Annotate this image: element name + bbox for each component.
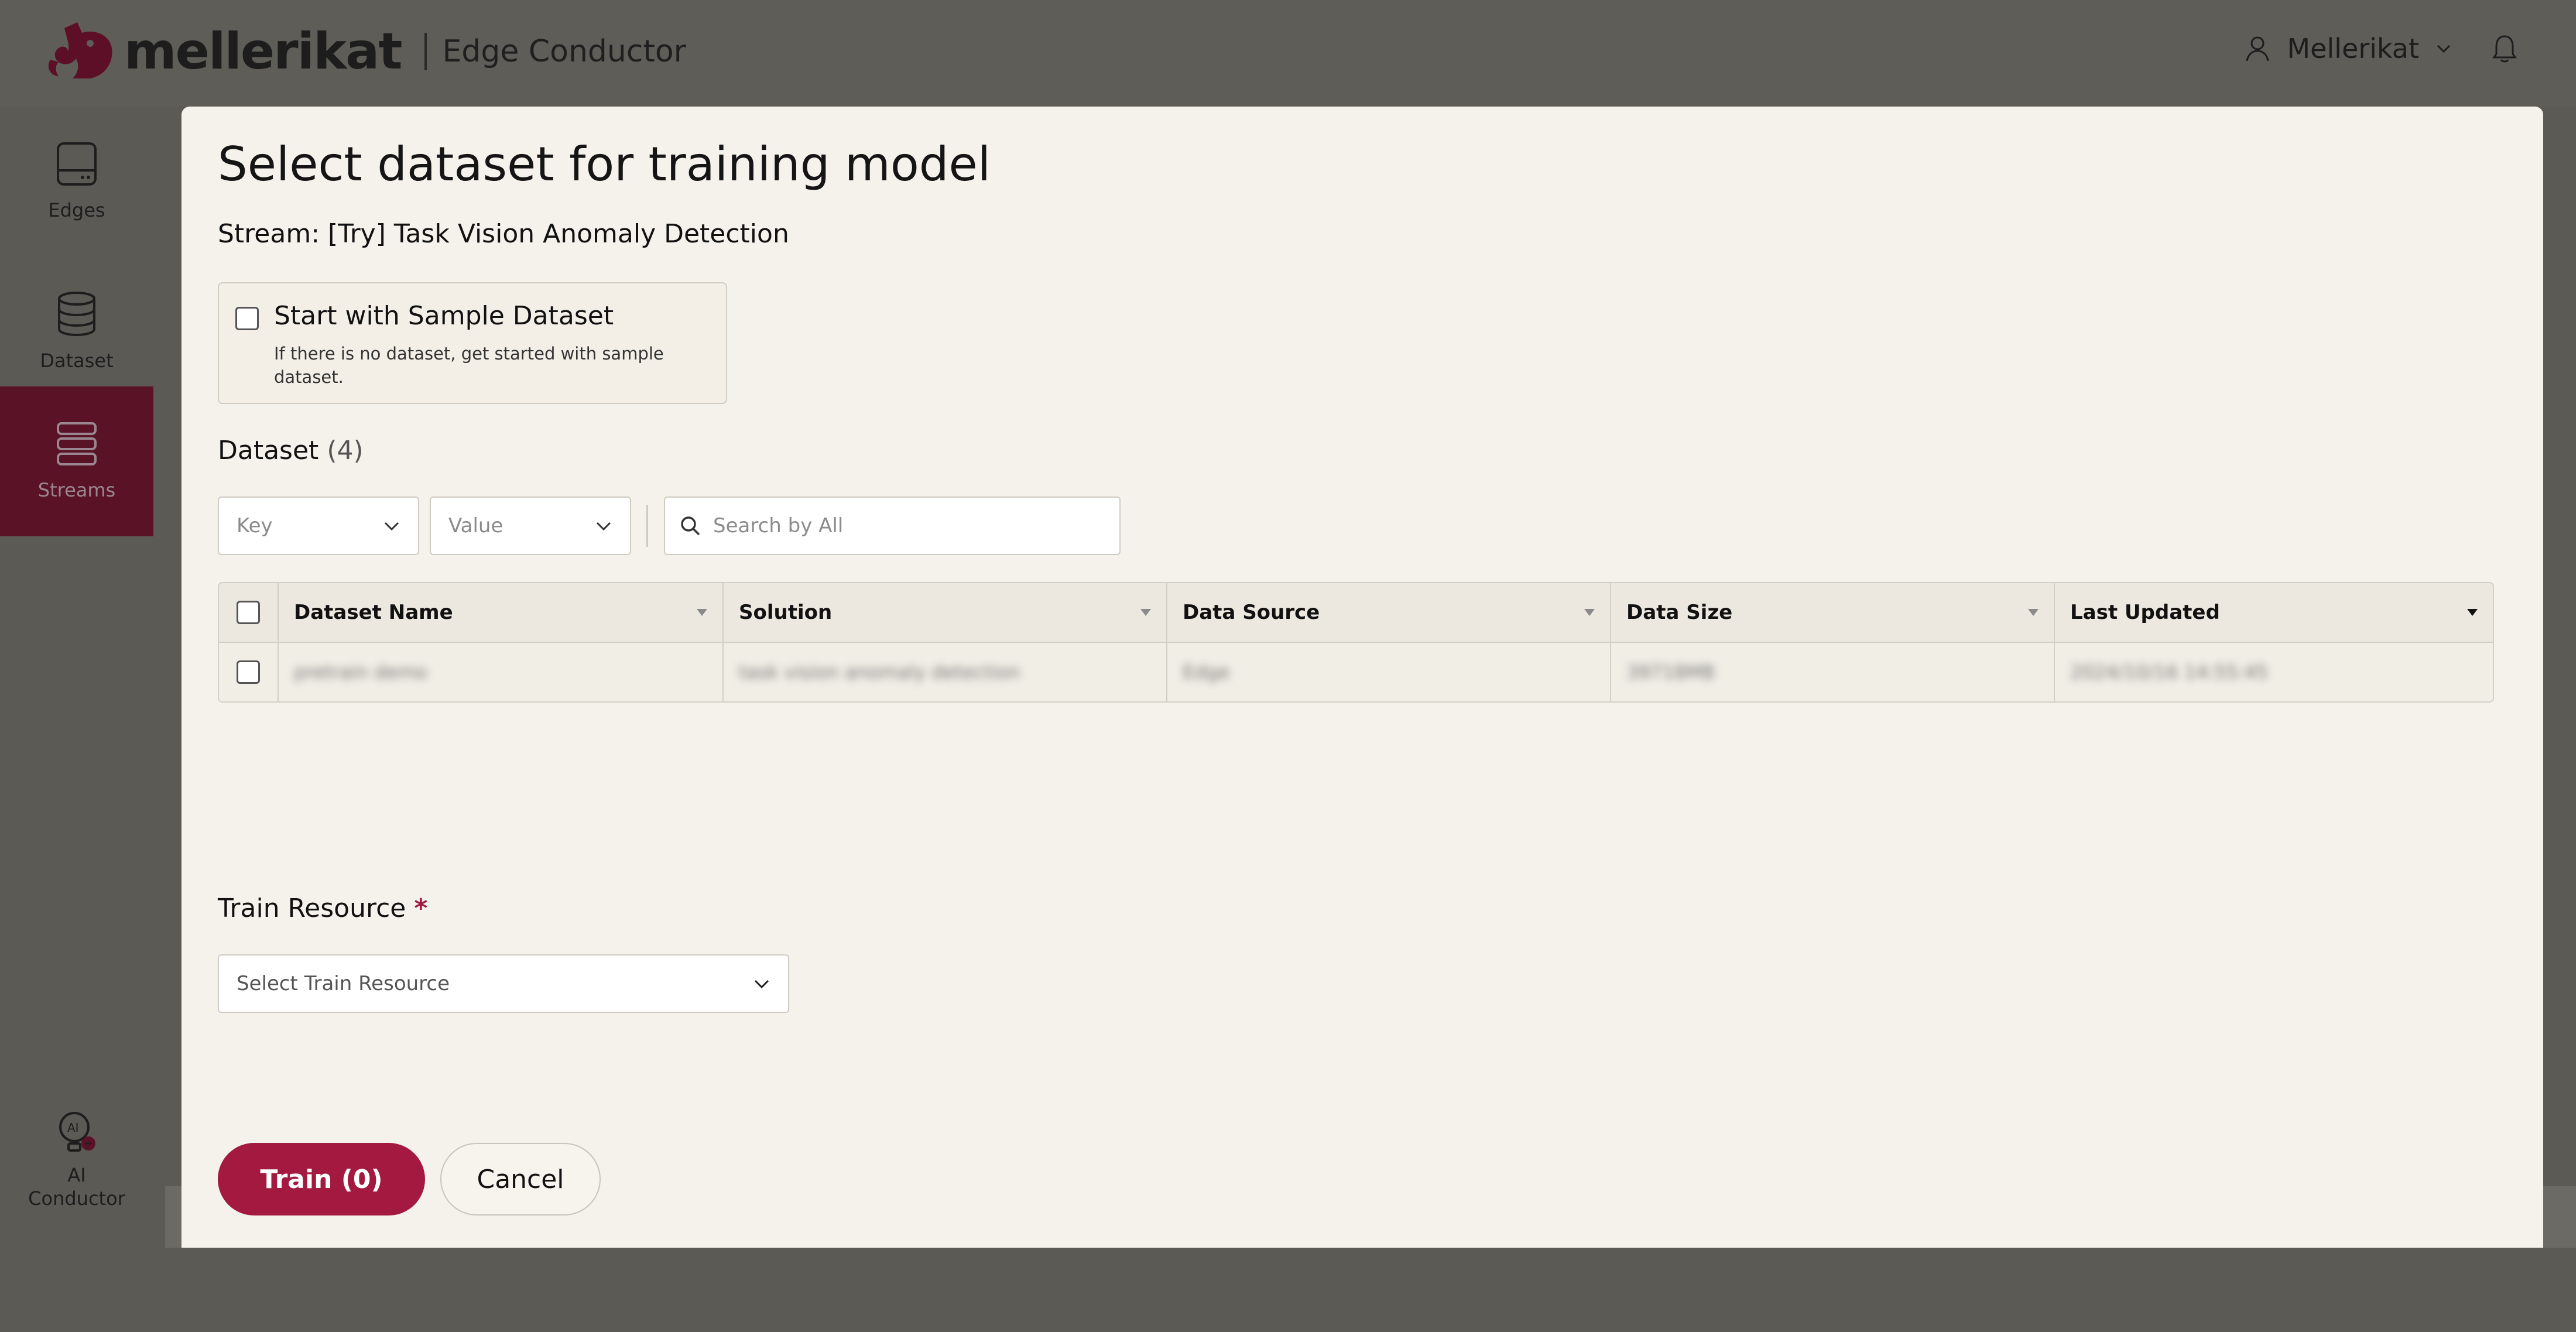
train-resource-label: Train Resource *	[218, 893, 427, 923]
sidebar-item-label: Streams	[37, 479, 116, 501]
key-select-placeholder: Key	[237, 514, 273, 537]
sort-icon[interactable]	[2028, 609, 2039, 616]
product-name: Edge Conductor	[442, 34, 687, 69]
brand-logo[interactable]: mellerikat Edge Conductor	[47, 22, 686, 81]
bell-icon[interactable]	[2492, 34, 2517, 63]
modal-title: Select dataset for training model	[218, 137, 991, 191]
select-all-cell	[219, 583, 279, 642]
search-box[interactable]	[664, 496, 1121, 555]
column-label: Data Source	[1183, 601, 1320, 624]
brand-name: mellerikat	[124, 22, 402, 81]
column-label: Solution	[739, 601, 833, 624]
edge-device-icon	[57, 142, 97, 186]
cell-dataset-name: pretrain demo	[279, 643, 722, 701]
cell-text: 39718MB	[1626, 661, 1715, 683]
user-menu[interactable]: Mellerikat	[2245, 33, 2517, 64]
chevron-down-icon	[384, 522, 399, 531]
stream-name: Stream: [Try] Task Vision Anomaly Detect…	[218, 219, 789, 249]
sidebar-item-label: Dataset	[40, 350, 114, 372]
background-panel-edge-right	[2543, 1186, 2576, 1248]
sidebar-item-streams[interactable]: Streams	[0, 386, 153, 536]
sidebar-item-edges[interactable]: Edges	[0, 107, 153, 256]
value-select-placeholder: Value	[448, 514, 503, 537]
cell-solution: task vision anomaly detection	[724, 643, 1166, 701]
ai-label-line2: Conductor	[28, 1187, 125, 1210]
table-header: Dataset Name Solution Data Source Data S…	[219, 583, 2493, 643]
search-input[interactable]	[712, 513, 1089, 538]
filter-divider	[646, 505, 648, 547]
cell-text: pretrain demo	[294, 661, 427, 683]
sample-dataset-title: Start with Sample Dataset	[274, 301, 614, 331]
column-header-data-size[interactable]: Data Size	[1611, 583, 2054, 642]
sort-icon[interactable]	[2467, 609, 2478, 616]
sidebar-item-dataset[interactable]: Dataset	[0, 256, 153, 406]
chevron-down-icon	[754, 980, 769, 989]
row-select-cell	[219, 643, 279, 701]
row-checkbox[interactable]	[237, 660, 260, 684]
cancel-button[interactable]: Cancel	[440, 1143, 601, 1215]
train-resource-placeholder: Select Train Resource	[237, 972, 450, 995]
svg-text:AI: AI	[67, 1121, 79, 1135]
ai-label-line1: AI	[67, 1164, 86, 1186]
database-icon	[58, 292, 95, 337]
cell-text: task vision anomaly detection	[739, 661, 1020, 683]
cell-data-source: Edge	[1167, 643, 1610, 701]
dataset-heading: Dataset (4)	[218, 436, 364, 465]
streams-icon	[57, 422, 97, 465]
dataset-table: Dataset Name Solution Data Source Data S…	[218, 582, 2494, 703]
user-name: Mellerikat	[2287, 33, 2419, 64]
sidebar-item-ai-conductor[interactable]: AI AI Conductor	[0, 1110, 153, 1332]
train-button[interactable]: Train (0)	[218, 1143, 425, 1215]
sidebar: Edges Dataset Streams AI AI Conductor	[0, 107, 153, 1248]
sort-icon[interactable]	[1584, 609, 1595, 616]
background-panel-edge	[165, 1186, 181, 1248]
column-label: Data Size	[1626, 601, 1733, 624]
sidebar-item-label: AI Conductor	[28, 1163, 125, 1210]
cat-logo-icon	[48, 22, 112, 78]
brand-divider	[424, 33, 427, 70]
column-label: Dataset Name	[294, 601, 453, 624]
cell-text: Edge	[1183, 661, 1230, 683]
train-resource-select[interactable]: Select Train Resource	[218, 954, 789, 1013]
chevron-down-icon	[2437, 44, 2451, 53]
dataset-count: (4)	[327, 436, 364, 465]
value-select[interactable]: Value	[430, 496, 631, 555]
search-icon	[681, 516, 700, 536]
cell-last-updated: 2024/10/16 14:55:45	[2055, 643, 2493, 701]
train-resource-label-text: Train Resource	[218, 893, 406, 923]
app-header: mellerikat Edge Conductor Mellerikat	[0, 0, 2576, 107]
column-header-last-updated[interactable]: Last Updated	[2055, 583, 2493, 642]
sample-dataset-option[interactable]: Start with Sample Dataset If there is no…	[218, 282, 727, 404]
sort-icon[interactable]	[697, 609, 707, 616]
table-row[interactable]: pretrain demo task vision anomaly detect…	[219, 643, 2493, 701]
column-header-solution[interactable]: Solution	[724, 583, 1166, 642]
column-header-dataset-name[interactable]: Dataset Name	[279, 583, 722, 642]
sample-dataset-checkbox[interactable]	[235, 307, 259, 330]
key-select[interactable]: Key	[218, 496, 419, 555]
dataset-heading-label: Dataset	[218, 436, 319, 465]
ai-bulb-icon: AI	[59, 1112, 95, 1152]
required-mark: *	[414, 893, 428, 923]
cell-data-size: 39718MB	[1611, 643, 2054, 701]
sidebar-item-label: Edges	[48, 199, 105, 221]
select-all-checkbox[interactable]	[237, 601, 260, 624]
cell-text: 2024/10/16 14:55:45	[2070, 661, 2269, 683]
chevron-down-icon	[596, 522, 611, 531]
user-icon	[2246, 36, 2269, 61]
column-header-data-source[interactable]: Data Source	[1167, 583, 1610, 642]
column-label: Last Updated	[2070, 601, 2220, 624]
sort-icon[interactable]	[1140, 609, 1151, 616]
select-dataset-modal: Select dataset for training model Stream…	[181, 107, 2543, 1248]
sample-dataset-description: If there is no dataset, get started with…	[274, 344, 664, 387]
